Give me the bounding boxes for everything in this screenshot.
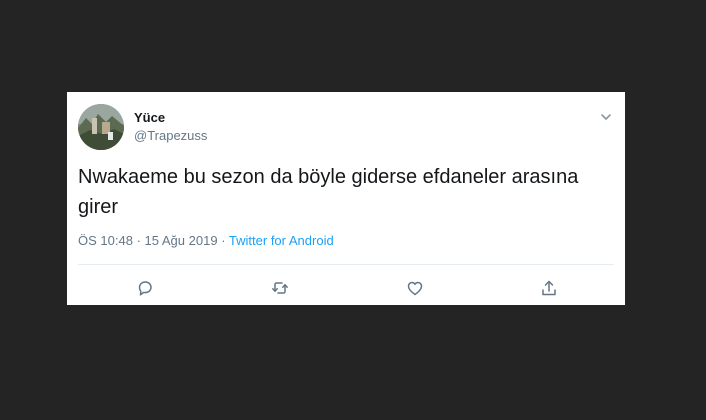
share-icon[interactable] — [539, 278, 559, 298]
heart-icon[interactable] — [405, 278, 425, 298]
tweet-time[interactable]: ÖS 10:48 — [78, 233, 133, 248]
tweet-text: Nwakaeme bu sezon da böyle giderse efdan… — [78, 166, 579, 218]
reply-icon[interactable] — [135, 278, 155, 298]
retweet-icon[interactable] — [270, 278, 290, 298]
tweet-card: Yüce @Trapezuss Nwakaeme bu sezon da böy… — [67, 92, 625, 305]
avatar[interactable] — [78, 104, 124, 150]
username-handle[interactable]: @Trapezuss — [134, 128, 207, 143]
action-bar — [67, 278, 625, 298]
meta-separator: · — [136, 233, 141, 248]
tweet-source-link[interactable]: Twitter for Android — [229, 233, 334, 248]
divider — [78, 264, 614, 265]
tweet-date[interactable]: 15 Ağu 2019 — [145, 233, 218, 248]
meta-separator: · — [221, 233, 226, 248]
tweet-metadata: ÖS 10:48 · 15 Ağu 2019 · Twitter for And… — [78, 233, 334, 248]
chevron-down-icon[interactable] — [599, 110, 613, 124]
display-name[interactable]: Yüce — [134, 110, 165, 125]
